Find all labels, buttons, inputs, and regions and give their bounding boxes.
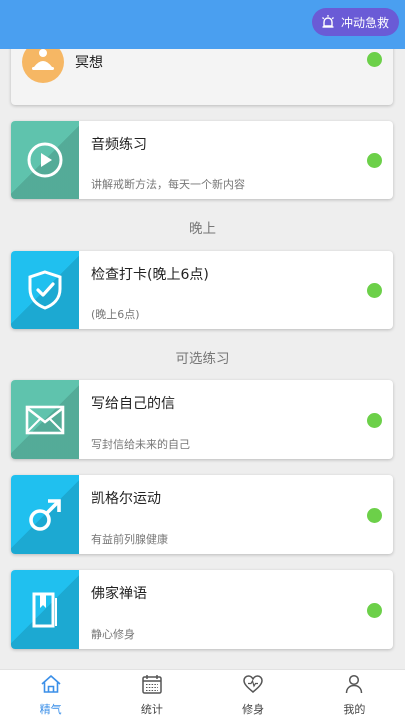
card-title: 检查打卡(晚上6点)	[91, 267, 209, 283]
card-check-in[interactable]: 检查打卡(晚上6点) (晚上6点)	[11, 251, 393, 329]
nav-item-stats[interactable]: 统计	[101, 670, 202, 721]
nav-label: 统计	[140, 703, 163, 716]
nav-label: 修身	[242, 703, 265, 716]
card-subtitle: 讲解戒断方法，每天一个新内容	[91, 178, 245, 191]
card-meditation[interactable]: 冥想	[11, 49, 393, 105]
card-title: 写给自己的信	[91, 396, 175, 412]
card-title: 冥想	[75, 55, 103, 71]
practice-list[interactable]: 冥想 音频练习 讲解戒断方法，每天一个新内容 晚上 检查打卡(晚上6点) (晚上…	[0, 49, 405, 669]
card-audio-practice[interactable]: 音频练习 讲解戒断方法，每天一个新内容	[11, 121, 393, 199]
bottom-nav: 精气 统计 修身 我的	[0, 669, 405, 721]
meditation-icon	[22, 49, 64, 83]
nav-item-cultivate[interactable]: 修身	[203, 670, 304, 721]
section-optional: 可选练习	[175, 351, 230, 367]
section-evening: 晚上	[189, 221, 216, 237]
status-dot[interactable]	[367, 52, 382, 67]
status-dot[interactable]	[367, 153, 382, 168]
sos-button[interactable]: 冲动急救	[311, 8, 399, 36]
card-zen-words[interactable]: 佛家禅语 静心修身	[11, 570, 393, 649]
card-thumb	[11, 475, 79, 554]
card-subtitle: (晚上6点)	[91, 308, 140, 321]
nav-item-home[interactable]: 精气	[0, 670, 101, 721]
sos-label: 冲动急救	[340, 15, 389, 30]
card-thumb	[11, 380, 79, 459]
status-dot[interactable]	[367, 283, 382, 298]
card-subtitle: 有益前列腺健康	[91, 533, 168, 546]
card-title: 音频练习	[91, 137, 147, 153]
card-title: 佛家禅语	[91, 586, 147, 602]
card-subtitle: 静心修身	[91, 628, 135, 641]
card-title: 凯格尔运动	[91, 491, 161, 507]
card-thumb	[11, 121, 79, 199]
status-dot[interactable]	[367, 603, 382, 618]
home-icon	[40, 674, 62, 698]
card-letter[interactable]: 写给自己的信 写封信给未来的自己	[11, 380, 393, 459]
card-thumb	[11, 251, 79, 329]
card-kegel[interactable]: 凯格尔运动 有益前列腺健康	[11, 475, 393, 554]
status-dot[interactable]	[367, 413, 382, 428]
alarm-icon	[320, 14, 336, 30]
user-icon	[343, 674, 365, 698]
heart-icon	[242, 674, 264, 698]
calendar-icon	[141, 674, 163, 698]
card-subtitle: 写封信给未来的自己	[91, 438, 190, 451]
nav-label: 精气	[39, 703, 62, 716]
card-thumb	[11, 570, 79, 649]
top-bar: 冲动急救	[0, 0, 405, 49]
nav-label: 我的	[343, 703, 366, 716]
nav-item-profile[interactable]: 我的	[304, 670, 405, 721]
status-dot[interactable]	[367, 508, 382, 523]
